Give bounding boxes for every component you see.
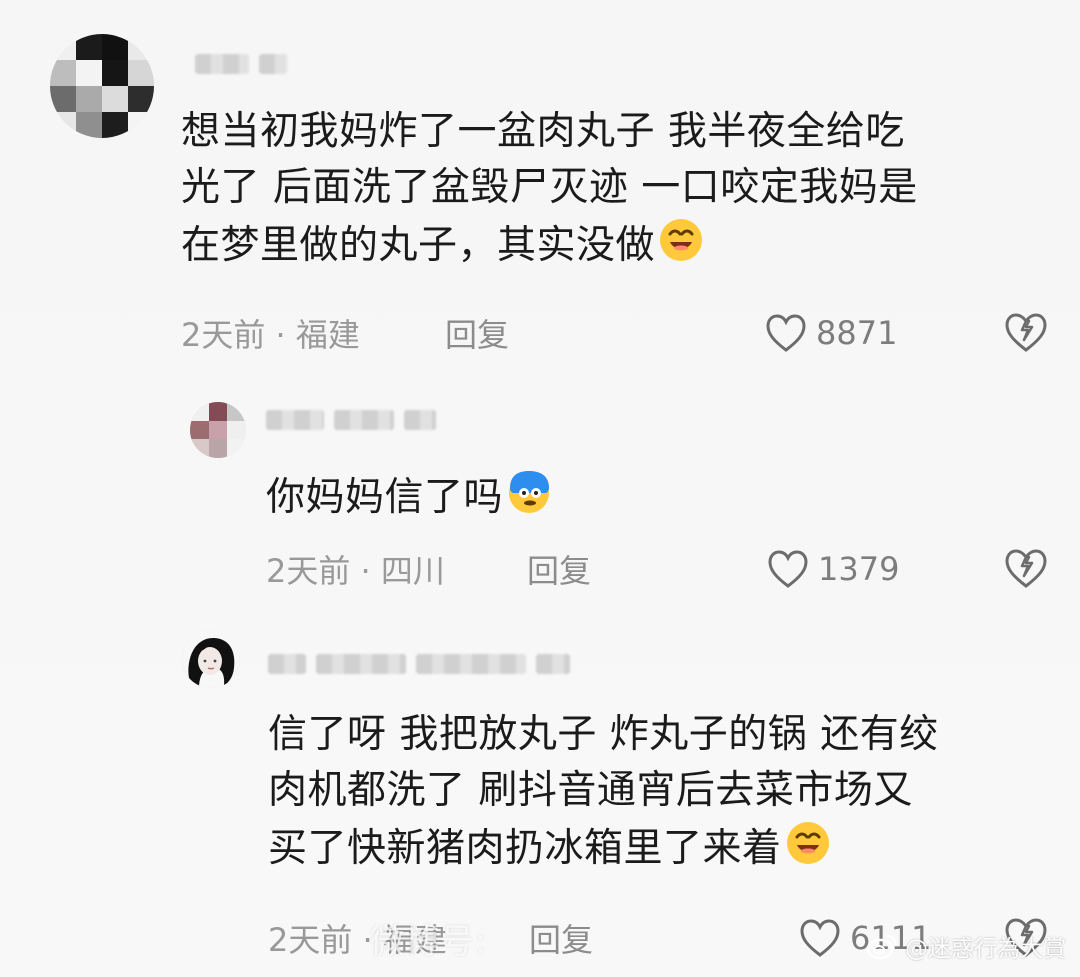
pixelated-avatar	[190, 402, 246, 458]
heart-icon	[800, 919, 840, 957]
comment-text: 信了呀 我把放丸子 炸丸子的锅 还有绞 肉机都洗了 刷抖音通宵后去菜市场又 买了…	[268, 712, 939, 871]
reply-button[interactable]: 回复	[529, 915, 593, 961]
center-watermark: 微博号:	[370, 922, 488, 962]
like-count: 8871	[816, 314, 898, 352]
heart-icon	[766, 314, 806, 352]
like-button[interactable]: 1379	[766, 548, 899, 590]
comment-thread-screenshot: 想当初我妈炸了一盆肉丸子 我半夜全给吃 光了 后面洗了盆毁尸灭迹 一口咬定我妈是…	[0, 0, 1080, 977]
broken-heart-icon[interactable]	[1002, 545, 1050, 593]
reply-button[interactable]: 回复	[445, 310, 509, 356]
heart-icon	[768, 550, 808, 588]
watermark-text: @迷惑行為大賞	[905, 936, 1066, 962]
smile-emoji-icon	[660, 219, 703, 261]
avatar[interactable]	[190, 402, 246, 458]
smile-emoji-icon	[786, 822, 829, 864]
blurred-username	[268, 654, 570, 674]
source-watermark: @迷惑行為大賞	[865, 929, 1066, 963]
shocked-blue-emoji-icon	[509, 471, 550, 513]
comment-item-2: 你妈妈信了吗 2天前 · 四川 回复 1379	[190, 402, 1050, 602]
broken-heart-icon[interactable]	[1002, 309, 1050, 357]
like-button[interactable]: 8871	[764, 312, 897, 354]
blurred-username	[266, 410, 436, 430]
comment-item-3: 信了呀 我把放丸子 炸丸子的锅 还有绞 肉机都洗了 刷抖音通宵后去菜市场又 买了…	[182, 630, 1050, 970]
comment-meta: 2天前 · 四川 回复 1379	[190, 545, 1050, 593]
comment-text: 想当初我妈炸了一盆肉丸子 我半夜全给吃 光了 后面洗了盆毁尸灭迹 一口咬定我妈是…	[181, 109, 918, 268]
comment-item-1: 想当初我妈炸了一盆肉丸子 我半夜全给吃 光了 后面洗了盆毁尸灭迹 一口咬定我妈是…	[50, 34, 1050, 364]
blurred-username	[195, 54, 287, 74]
pixelated-avatar	[50, 34, 154, 138]
comment-meta: 2天前 · 福建 回复 8871	[50, 309, 1050, 357]
comment-text: 你妈妈信了吗	[266, 468, 1046, 526]
time-location: 2天前 · 福建	[181, 316, 360, 354]
weibo-logo-icon	[866, 934, 897, 960]
like-count: 1379	[818, 550, 900, 588]
avatar[interactable]	[50, 34, 154, 138]
time-location: 2天前 · 四川	[266, 552, 445, 590]
reply-button[interactable]: 回复	[527, 546, 591, 592]
portrait-avatar	[182, 630, 240, 688]
avatar[interactable]	[182, 630, 240, 688]
